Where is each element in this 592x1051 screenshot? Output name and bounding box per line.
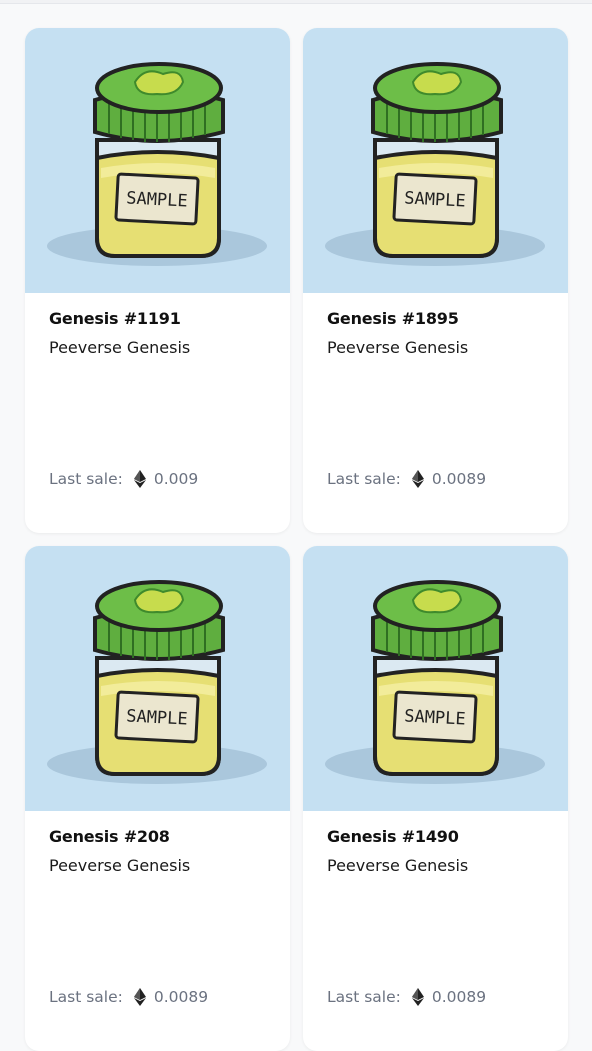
jar-label-text: SAMPLE xyxy=(126,188,188,211)
sample-jar-image: SAMPLE xyxy=(47,62,267,266)
collection-name[interactable]: Peeverse Genesis xyxy=(49,856,266,875)
nft-title[interactable]: Genesis #208 xyxy=(49,827,266,846)
collection-name[interactable]: Peeverse Genesis xyxy=(49,338,266,357)
collection-name[interactable]: Peeverse Genesis xyxy=(327,338,544,357)
last-sale-label: Last sale: xyxy=(327,988,401,1006)
sample-jar-image: SAMPLE xyxy=(325,62,545,266)
nft-grid: SAMPLE Genesis #1191 Peeverse Genesis La… xyxy=(25,28,568,1051)
nft-image[interactable]: SAMPLE xyxy=(25,546,290,811)
jar-label-text: SAMPLE xyxy=(126,706,188,729)
collection-name[interactable]: Peeverse Genesis xyxy=(327,856,544,875)
last-sale-price: 0.0089 xyxy=(153,988,209,1006)
sample-jar-image: SAMPLE xyxy=(325,580,545,784)
nft-image[interactable]: SAMPLE xyxy=(303,546,568,811)
nft-image[interactable]: SAMPLE xyxy=(25,28,290,293)
nft-title[interactable]: Genesis #1490 xyxy=(327,827,544,846)
sample-jar-image: SAMPLE xyxy=(47,580,267,784)
last-sale-label: Last sale: xyxy=(49,988,123,1006)
ethereum-icon xyxy=(133,470,146,488)
top-divider xyxy=(0,0,592,4)
nft-title[interactable]: Genesis #1895 xyxy=(327,309,544,328)
nft-image[interactable]: SAMPLE xyxy=(303,28,568,293)
jar-label-text: SAMPLE xyxy=(404,188,466,211)
jar-label-text: SAMPLE xyxy=(404,706,466,729)
ethereum-icon xyxy=(411,470,424,488)
last-sale: Last sale: 0.0089 xyxy=(49,988,208,1006)
last-sale-price: 0.0089 xyxy=(431,988,487,1006)
nft-card[interactable]: SAMPLE Genesis #1191 Peeverse Genesis La… xyxy=(25,28,290,533)
last-sale: Last sale: 0.009 xyxy=(49,470,198,488)
last-sale: Last sale: 0.0089 xyxy=(327,988,486,1006)
last-sale-label: Last sale: xyxy=(327,470,401,488)
last-sale-price: 0.009 xyxy=(153,470,199,488)
last-sale-price: 0.0089 xyxy=(431,470,487,488)
ethereum-icon xyxy=(133,988,146,1006)
last-sale-label: Last sale: xyxy=(49,470,123,488)
nft-card[interactable]: SAMPLE Genesis #208 Peeverse Genesis Las… xyxy=(25,546,290,1051)
nft-card[interactable]: SAMPLE Genesis #1895 Peeverse Genesis La… xyxy=(303,28,568,533)
nft-title[interactable]: Genesis #1191 xyxy=(49,309,266,328)
nft-card[interactable]: SAMPLE Genesis #1490 Peeverse Genesis La… xyxy=(303,546,568,1051)
ethereum-icon xyxy=(411,988,424,1006)
last-sale: Last sale: 0.0089 xyxy=(327,470,486,488)
